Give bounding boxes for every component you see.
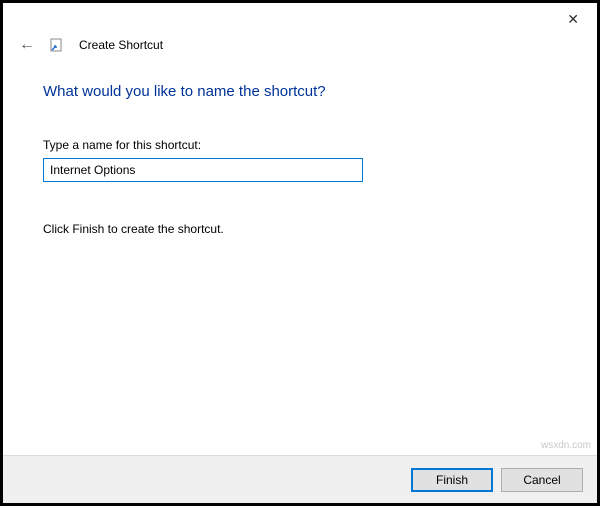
shortcut-icon — [49, 37, 65, 53]
wizard-title: Create Shortcut — [79, 38, 163, 52]
close-icon[interactable]: ✕ — [559, 7, 587, 32]
wizard-content: What would you like to name the shortcut… — [3, 61, 597, 236]
watermark-text: wsxdn.com — [541, 440, 591, 451]
titlebar: ✕ — [3, 3, 597, 35]
finish-button[interactable]: Finish — [411, 468, 493, 492]
wizard-footer: Finish Cancel — [3, 455, 597, 503]
back-arrow-icon[interactable]: ← — [19, 37, 35, 53]
cancel-button[interactable]: Cancel — [501, 468, 583, 492]
wizard-header: ← Create Shortcut — [3, 35, 597, 61]
finish-instruction: Click Finish to create the shortcut. — [43, 222, 557, 236]
page-heading: What would you like to name the shortcut… — [43, 83, 557, 100]
shortcut-name-input[interactable] — [43, 158, 363, 182]
shortcut-name-label: Type a name for this shortcut: — [43, 138, 557, 152]
